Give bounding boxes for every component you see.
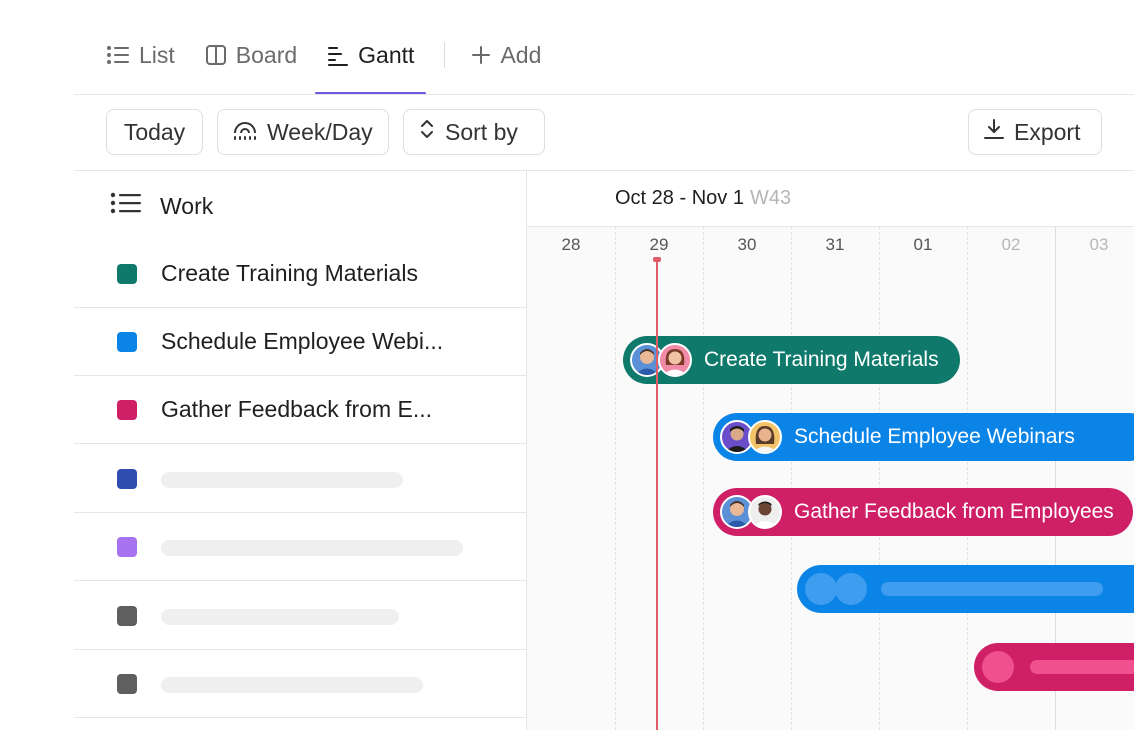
tab-list-label: List — [139, 41, 175, 68]
week-range-label: Oct 28 - Nov 1 W43 — [615, 187, 791, 210]
export-button-label: Export — [1014, 118, 1081, 145]
plus-icon — [471, 45, 491, 65]
gantt-bar-label: Schedule Employee Webinars — [794, 425, 1075, 448]
work-list-header: Work — [110, 191, 213, 221]
list-item[interactable] — [74, 650, 526, 718]
tab-separator — [444, 42, 446, 68]
list-item[interactable] — [74, 513, 526, 581]
download-icon — [983, 118, 1005, 146]
day-label: 31 — [825, 235, 845, 254]
week-day-button-label: Week/Day — [267, 118, 373, 145]
board-icon — [205, 44, 227, 66]
placeholder-title — [161, 472, 403, 488]
status-color-square — [117, 674, 137, 694]
avatar-placeholder — [835, 573, 867, 605]
tab-board[interactable]: Board — [205, 30, 297, 80]
gantt-bar[interactable]: Schedule Employee Webinars — [713, 413, 1134, 461]
avatar-placeholder — [805, 573, 837, 605]
status-color-square — [117, 606, 137, 626]
tab-list[interactable]: List — [106, 30, 175, 80]
list-item[interactable] — [74, 445, 526, 513]
list-icon — [106, 44, 130, 66]
gantt-bar-placeholder[interactable] — [974, 643, 1134, 691]
week-number: W43 — [749, 187, 792, 209]
task-title: Schedule Employee Webi... — [161, 328, 444, 354]
day-label: 30 — [737, 235, 757, 254]
sort-by-button[interactable]: Sort by — [403, 109, 545, 155]
status-color-square — [117, 400, 137, 420]
sort-icon — [418, 118, 436, 146]
day-label: 29 — [649, 235, 669, 254]
status-color-square — [117, 537, 137, 557]
placeholder-title — [161, 540, 463, 556]
task-title: Create Training Materials — [161, 260, 418, 286]
status-color-square — [117, 264, 137, 284]
status-color-square — [117, 332, 137, 352]
calendar-scale-icon — [232, 117, 258, 147]
tab-board-label: Board — [235, 41, 298, 68]
assignee-avatars — [630, 343, 692, 377]
day-gridline — [879, 227, 880, 730]
assignee-avatars — [720, 420, 782, 454]
avatar — [748, 420, 782, 454]
today-marker-line — [656, 259, 658, 730]
today-button[interactable]: Today — [106, 109, 203, 155]
day-label: 01 — [913, 235, 933, 254]
task-title: Gather Feedback from E... — [161, 396, 433, 422]
avatar — [748, 495, 782, 529]
week-day-button[interactable]: Week/Day — [217, 109, 389, 155]
label-placeholder — [881, 582, 1103, 596]
gantt-bar-label: Gather Feedback from Employees — [794, 500, 1114, 523]
status-color-square — [117, 469, 137, 489]
avatar-placeholder — [982, 651, 1014, 683]
gantt-bar[interactable]: Gather Feedback from Employees — [713, 488, 1133, 536]
list-item[interactable]: Create Training Materials — [74, 240, 526, 308]
tab-add[interactable]: Add — [471, 30, 541, 80]
tab-add-label: Add — [500, 41, 542, 68]
assignee-avatars — [720, 495, 782, 529]
export-button[interactable]: Export — [968, 109, 1102, 155]
day-label: 28 — [561, 235, 581, 254]
day-gridline — [703, 227, 704, 730]
list-item[interactable] — [74, 582, 526, 650]
sort-by-button-label: Sort by — [445, 118, 518, 145]
placeholder-title — [161, 609, 399, 625]
gantt-bar-label: Create Training Materials — [704, 348, 939, 371]
assignee-avatars — [805, 573, 867, 605]
placeholder-title — [161, 677, 423, 693]
day-gridline — [791, 227, 792, 730]
work-header-label: Work — [160, 192, 214, 219]
tab-gantt-label: Gantt — [358, 41, 415, 68]
tabs-divider — [74, 94, 1134, 95]
week-range: Oct 28 - Nov 1 — [615, 187, 744, 209]
day-label: 02 — [1001, 235, 1021, 254]
tab-gantt[interactable]: Gantt — [315, 30, 427, 95]
today-button-label: Today — [123, 118, 186, 145]
day-label: 03 — [1089, 235, 1109, 254]
label-placeholder — [1030, 660, 1134, 674]
day-gridline — [615, 227, 616, 730]
list-item[interactable]: Gather Feedback from E... — [74, 376, 526, 444]
avatar — [658, 343, 692, 377]
day-gridline — [967, 227, 968, 730]
list-item[interactable]: Schedule Employee Webi... — [74, 308, 526, 376]
list-icon — [110, 191, 142, 221]
gantt-bar-placeholder[interactable] — [797, 565, 1134, 613]
gantt-bar[interactable]: Create Training Materials — [623, 336, 960, 384]
view-tabs: List Board Gantt Add — [106, 30, 571, 95]
gantt-timeline[interactable]: Oct 28 - Nov 1 W43 28 29 30 31 01 02 03 C… — [527, 171, 1134, 730]
gantt-icon — [327, 44, 349, 66]
work-list-panel: Work Create Training Materials Schedule … — [74, 171, 526, 730]
assignee-avatars — [982, 651, 1014, 683]
